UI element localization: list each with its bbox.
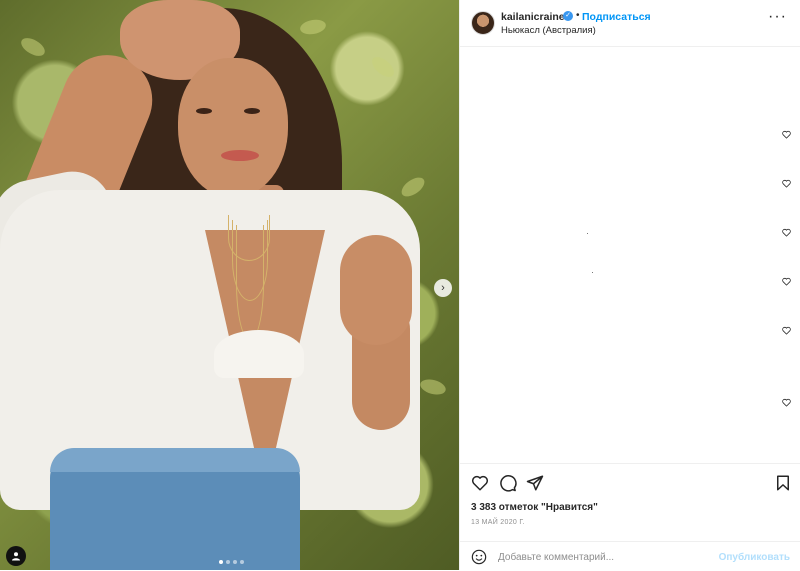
- likes-count[interactable]: 3 383 отметок "Нравится": [471, 502, 598, 513]
- jeans-waistband: [50, 448, 300, 472]
- comments-area: [460, 47, 800, 463]
- paper-plane-icon[interactable]: [526, 474, 544, 492]
- post-date[interactable]: 13 МАЙ 2020 Г.: [471, 519, 525, 526]
- left-eye: [196, 108, 212, 114]
- comment-like-heart-icon[interactable]: [782, 326, 791, 335]
- loading-speck: [592, 272, 593, 273]
- lips: [221, 150, 259, 161]
- username-link[interactable]: kailanicraine: [501, 11, 565, 23]
- comment-like-heart-icon[interactable]: [782, 130, 791, 139]
- comment-like-heart-icon[interactable]: [782, 179, 791, 188]
- add-comment-bar: Опубликовать: [460, 541, 800, 571]
- leaf: [368, 53, 398, 81]
- comment-like-heart-icon[interactable]: [782, 398, 791, 407]
- post-photo[interactable]: ›: [0, 0, 459, 570]
- avatar[interactable]: [471, 11, 495, 35]
- loading-speck: [587, 233, 588, 234]
- comment-like-heart-icon[interactable]: [782, 277, 791, 286]
- necklace: [236, 225, 264, 341]
- carousel-indicator: [219, 560, 244, 564]
- comment-input[interactable]: [498, 547, 718, 567]
- hand-on-hair: [340, 235, 412, 345]
- face: [178, 58, 288, 198]
- location-link[interactable]: Ньюкасл (Австралия): [501, 25, 596, 36]
- carousel-dot: [226, 560, 230, 564]
- user-tag-button[interactable]: [6, 546, 26, 566]
- publish-button[interactable]: Опубликовать: [719, 552, 790, 563]
- follow-button[interactable]: Подписаться: [582, 11, 651, 23]
- user-tag-icon: [12, 552, 20, 561]
- post-side-panel: kailanicraine ✓ • Подписаться Ньюкасл (А…: [459, 0, 800, 570]
- leaf: [298, 17, 328, 37]
- carousel-next-button[interactable]: ›: [434, 279, 452, 297]
- leaf: [398, 173, 428, 201]
- chevron-right-icon: ›: [441, 282, 445, 294]
- comment-like-heart-icon[interactable]: [782, 228, 791, 237]
- right-eye: [244, 108, 260, 114]
- leaf: [18, 34, 48, 60]
- post-header: kailanicraine ✓ • Подписаться Ньюкасл (А…: [460, 0, 800, 47]
- post-actions-bar: [460, 463, 800, 500]
- carousel-dot: [233, 560, 237, 564]
- carousel-dot: [240, 560, 244, 564]
- comment-icon[interactable]: [499, 474, 517, 492]
- more-options-icon[interactable]: ···: [768, 9, 787, 25]
- emoji-icon[interactable]: [471, 549, 487, 565]
- carousel-dot: [219, 560, 223, 564]
- bralette: [214, 330, 304, 378]
- leaf: [418, 376, 448, 398]
- heart-icon[interactable]: [471, 474, 489, 492]
- separator-dot: •: [576, 10, 580, 21]
- verified-badge-icon: ✓: [563, 11, 573, 21]
- bookmark-icon[interactable]: [774, 474, 792, 492]
